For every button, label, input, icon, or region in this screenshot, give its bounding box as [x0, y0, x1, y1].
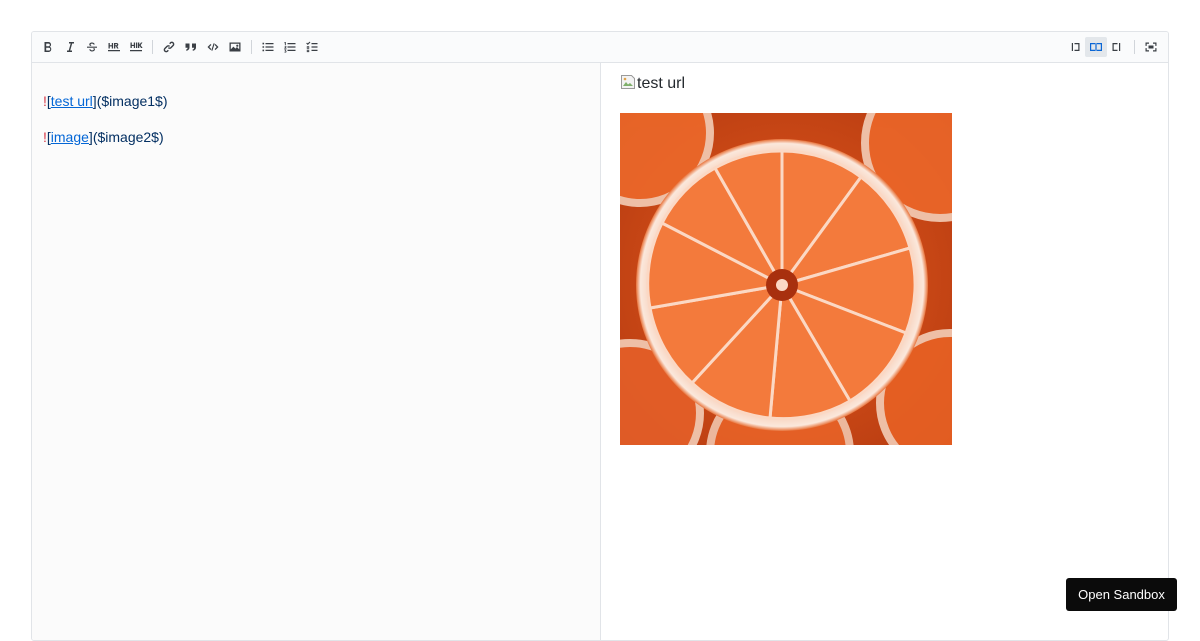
bold-button[interactable]	[37, 37, 59, 57]
format-group	[37, 37, 147, 57]
bold-icon	[44, 42, 52, 52]
italic-icon	[67, 42, 74, 52]
strikethrough-button[interactable]	[81, 37, 103, 57]
code-button[interactable]	[202, 37, 224, 57]
heading-icon	[130, 42, 143, 52]
markdown-source-pane[interactable]: ![test url]($image1$) ![image]($image2$)	[32, 63, 601, 640]
alt-text: image	[50, 129, 89, 145]
code-icon	[207, 43, 219, 51]
italic-button[interactable]	[59, 37, 81, 57]
editor-panes: ![test url]($image1$) ![image]($image2$)…	[32, 63, 1168, 640]
heading-button[interactable]	[125, 37, 147, 57]
insert-group	[158, 37, 246, 57]
fullscreen-button[interactable]	[1140, 37, 1162, 57]
horizontal-rule-icon	[108, 43, 120, 52]
editor-only-button[interactable]	[1063, 37, 1085, 57]
task-list-icon	[306, 41, 318, 53]
open-sandbox-button[interactable]: Open Sandbox	[1066, 578, 1177, 611]
source-line-1: ![test url]($image1$)	[43, 91, 590, 111]
markdown-editor: ![test url]($image1$) ![image]($image2$)…	[31, 31, 1169, 641]
fullscreen-icon	[1145, 42, 1157, 52]
bullet-list-button[interactable]	[257, 37, 279, 57]
image-icon	[229, 42, 241, 52]
list-group	[257, 37, 323, 57]
editor-toolbar	[32, 32, 1168, 63]
toolbar-divider	[251, 40, 252, 54]
orange-slice-image	[620, 113, 952, 445]
split-view-button[interactable]	[1085, 37, 1107, 57]
strikethrough-icon	[87, 42, 97, 52]
image-url: ($image1$)	[96, 93, 168, 109]
source-line-2: ![image]($image2$)	[43, 127, 590, 147]
preview-only-icon	[1112, 43, 1121, 51]
horizontal-rule-button[interactable]	[103, 37, 125, 57]
alt-text: test url	[50, 93, 93, 109]
broken-image: test url	[620, 73, 1149, 95]
image-url: ($image2$)	[92, 129, 164, 145]
ordered-list-button[interactable]	[279, 37, 301, 57]
preview-only-button[interactable]	[1107, 37, 1129, 57]
quote-icon	[185, 43, 196, 51]
link-icon	[163, 41, 175, 53]
editor-only-icon	[1071, 43, 1080, 51]
link-button[interactable]	[158, 37, 180, 57]
toolbar-divider	[1134, 40, 1135, 54]
image-button[interactable]	[224, 37, 246, 57]
split-view-icon	[1090, 43, 1102, 51]
quote-button[interactable]	[180, 37, 202, 57]
toolbar-divider	[152, 40, 153, 54]
ordered-list-icon	[284, 42, 296, 53]
broken-image-icon	[621, 75, 635, 89]
task-list-button[interactable]	[301, 37, 323, 57]
markdown-preview-pane: test url	[601, 63, 1168, 640]
view-group	[1063, 37, 1162, 57]
bullet-list-icon	[262, 42, 274, 52]
broken-image-alt: test url	[637, 75, 686, 92]
